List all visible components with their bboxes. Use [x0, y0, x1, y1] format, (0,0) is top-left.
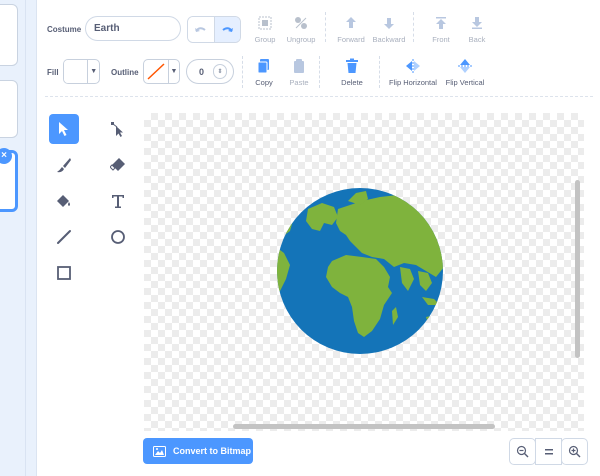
zoom-in-button[interactable]	[561, 438, 588, 465]
fill-tool[interactable]	[49, 186, 79, 216]
line-tool[interactable]	[49, 222, 79, 252]
fill-label: Fill	[47, 68, 59, 77]
line-icon	[57, 230, 71, 244]
eraser-tool[interactable]	[103, 150, 133, 180]
chevron-down-icon: ▼	[168, 60, 179, 83]
outline-width-value: 0	[199, 66, 205, 77]
backward-icon	[380, 14, 398, 32]
flip-horizontal-icon	[404, 57, 422, 75]
delete-button[interactable]: Delete	[324, 57, 380, 87]
outline-none-swatch	[144, 60, 168, 83]
costume-list-strip: ×	[0, 0, 26, 476]
trash-icon	[343, 57, 361, 75]
convert-label: Convert to Bitmap	[173, 446, 252, 456]
costume-label: Costume	[47, 25, 82, 34]
ungroup-icon	[292, 14, 310, 32]
costume-name-input[interactable]: Earth	[85, 16, 181, 41]
front-icon	[432, 14, 450, 32]
zoom-out-icon	[516, 445, 529, 458]
paint-editor: Costume Earth Group Ungroup Forward Back…	[36, 0, 600, 476]
fill-color-picker[interactable]: ▼	[63, 59, 100, 84]
brush-icon	[57, 158, 71, 173]
vertical-scrollbar[interactable]	[575, 180, 580, 358]
undo-redo-group	[187, 16, 241, 43]
brush-tool[interactable]	[49, 150, 79, 180]
fill-swatch	[64, 60, 88, 83]
outline-width-input[interactable]: 0 ⇕	[186, 59, 234, 84]
back-icon	[468, 14, 486, 32]
flip-vertical-button[interactable]: Flip Vertical	[437, 57, 493, 87]
reshape-tool[interactable]	[103, 114, 133, 144]
zoom-reset-button[interactable]	[535, 438, 562, 465]
reshape-icon	[111, 122, 123, 137]
paste-icon	[290, 57, 308, 75]
ungroup-button[interactable]: Ungroup	[273, 14, 329, 44]
backward-button[interactable]: Backward	[361, 14, 417, 44]
flip-horizontal-label: Flip Horizontal	[389, 78, 437, 87]
separator	[379, 56, 380, 88]
horizontal-scrollbar[interactable]	[233, 424, 495, 429]
delete-label: Delete	[341, 78, 363, 87]
flip-vertical-icon	[456, 57, 474, 75]
front-label: Front	[432, 35, 450, 44]
bitmap-icon	[153, 445, 166, 457]
select-tool[interactable]	[49, 114, 79, 144]
redo-icon	[222, 26, 233, 32]
chevron-down-icon: ▼	[87, 60, 99, 83]
equals-icon	[544, 448, 553, 454]
back-button[interactable]: Back	[449, 14, 505, 44]
backward-label: Backward	[372, 35, 406, 44]
flip-vertical-label: Flip Vertical	[445, 78, 485, 87]
costume-thumbnail[interactable]	[0, 4, 18, 66]
rectangle-tool[interactable]	[49, 258, 79, 288]
toolbar-divider	[45, 96, 593, 97]
eraser-icon	[110, 158, 125, 171]
undo-button[interactable]	[188, 17, 214, 42]
undo-icon	[195, 26, 207, 32]
forward-icon	[342, 14, 360, 32]
circle-icon	[111, 230, 125, 244]
back-label: Back	[468, 35, 486, 44]
outline-color-picker[interactable]: ▼	[143, 59, 180, 84]
ungroup-label: Ungroup	[286, 35, 316, 44]
drawing-canvas[interactable]	[144, 113, 584, 431]
text-tool[interactable]	[103, 186, 133, 216]
text-icon	[112, 195, 124, 208]
arrow-cursor-icon	[59, 122, 68, 136]
earth-globe-drawing[interactable]	[276, 187, 444, 355]
rectangle-icon	[57, 266, 71, 280]
separator	[319, 56, 320, 88]
convert-to-bitmap-button[interactable]: Convert to Bitmap	[143, 438, 253, 464]
costume-thumbnail[interactable]	[0, 80, 18, 138]
stepper-icon[interactable]: ⇕	[213, 64, 227, 79]
group-icon	[256, 14, 274, 32]
outline-label: Outline	[111, 68, 139, 77]
zoom-in-icon	[568, 445, 581, 458]
zoom-out-button[interactable]	[509, 438, 536, 465]
circle-tool[interactable]	[103, 222, 133, 252]
paint-bucket-icon	[57, 195, 70, 207]
paste-label: Paste	[289, 78, 309, 87]
flip-horizontal-button[interactable]: Flip Horizontal	[385, 57, 441, 87]
